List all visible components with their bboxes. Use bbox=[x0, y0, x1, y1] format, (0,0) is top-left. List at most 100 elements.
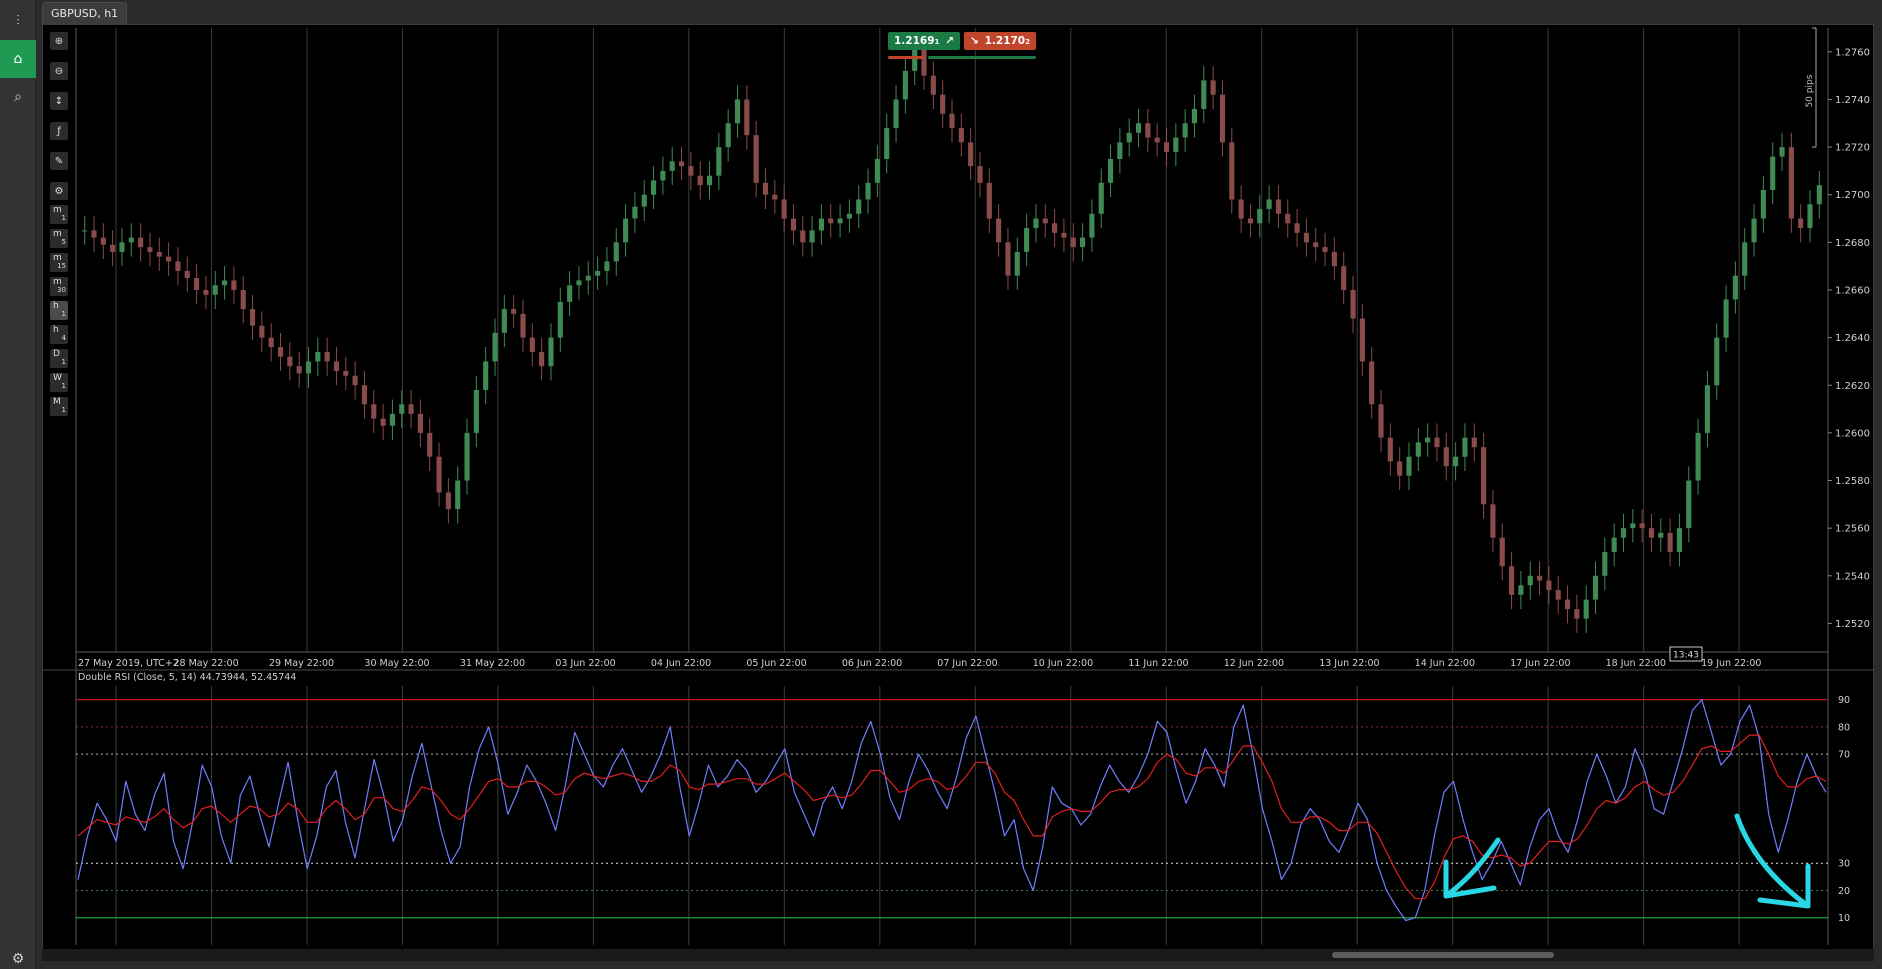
candle-body bbox=[259, 325, 265, 338]
candle-body bbox=[1742, 242, 1748, 276]
price-tick-label: 1.2520 bbox=[1835, 619, 1870, 630]
candle-body bbox=[511, 309, 517, 314]
timeframe-button[interactable]: h1 bbox=[50, 301, 68, 320]
candle-body bbox=[1723, 299, 1729, 338]
candle-body bbox=[277, 347, 284, 357]
candle-body bbox=[697, 175, 703, 186]
candle-body bbox=[1443, 447, 1449, 467]
rsi-fast-line bbox=[77, 699, 1827, 922]
scrollbar-thumb[interactable] bbox=[1332, 952, 1554, 958]
candle-body bbox=[315, 351, 321, 362]
candle-body bbox=[82, 230, 88, 232]
price-tick-label: 1.2700 bbox=[1835, 190, 1870, 201]
price-tick-label: 1.2620 bbox=[1835, 381, 1870, 392]
price-chart[interactable]: 1.2760 1.2740 1.2720 1.2700 1.2680 1.2660 1.26… bbox=[0, 0, 1882, 969]
candle-body bbox=[744, 99, 750, 136]
candle-body bbox=[902, 70, 908, 100]
timeframe-button[interactable]: m5 bbox=[50, 229, 68, 248]
timeframe-button[interactable]: m1 bbox=[50, 205, 68, 224]
candle-body bbox=[1453, 456, 1459, 467]
sell-arrow-icon: ↘ bbox=[970, 35, 979, 47]
horizontal-scrollbar[interactable] bbox=[42, 949, 1874, 961]
rsi-tick-label: 70 bbox=[1838, 750, 1850, 761]
candle-body bbox=[1387, 437, 1393, 462]
candle-body bbox=[725, 123, 731, 148]
candle-body bbox=[660, 170, 666, 181]
candle-body bbox=[1546, 580, 1552, 591]
candle-body bbox=[352, 375, 358, 386]
candle-body bbox=[669, 161, 675, 171]
candle-body bbox=[1425, 437, 1431, 443]
candle-body bbox=[380, 418, 386, 426]
candle-body bbox=[1704, 385, 1710, 433]
candle-body bbox=[940, 94, 946, 114]
candle-body bbox=[529, 337, 535, 352]
candle-body bbox=[119, 242, 125, 252]
candle-body bbox=[231, 280, 237, 290]
time-tick-label: 13 Jun 22:00 bbox=[1319, 658, 1379, 669]
candle-body bbox=[1490, 504, 1496, 538]
chart-settings-icon[interactable]: ⚙ bbox=[50, 182, 68, 200]
candle-body bbox=[557, 301, 563, 338]
candle-body bbox=[1798, 218, 1804, 229]
bid-price-button[interactable]: 1.21691 ↗ bbox=[888, 32, 960, 50]
candle-body bbox=[809, 230, 815, 243]
candle-body bbox=[1014, 251, 1020, 276]
timeframe-button[interactable]: M1 bbox=[50, 397, 68, 416]
candle-body bbox=[1033, 218, 1039, 229]
time-tick-label: 05 Jun 22:00 bbox=[746, 658, 806, 669]
time-tick-label: 19 Jun 22:00 bbox=[1701, 658, 1761, 669]
candle-body bbox=[604, 261, 610, 271]
time-tick-label: 17 Jun 22:00 bbox=[1510, 658, 1570, 669]
candle-body bbox=[865, 182, 871, 200]
candle-body bbox=[567, 285, 573, 302]
candle-body bbox=[287, 356, 293, 367]
candle-body bbox=[1555, 590, 1561, 600]
candle-body bbox=[977, 166, 983, 183]
price-tick-label: 1.2740 bbox=[1835, 95, 1870, 106]
candle-body bbox=[986, 182, 992, 219]
candle-body bbox=[1751, 218, 1757, 243]
candle-body bbox=[1229, 142, 1235, 200]
chart-type-icon[interactable]: ↕ bbox=[50, 92, 68, 110]
timeframe-button[interactable]: m 30 bbox=[50, 277, 68, 296]
timeframe-value: 30 bbox=[57, 286, 66, 294]
timeframe-button[interactable]: m 15 bbox=[50, 253, 68, 272]
timeframe-value: 1 bbox=[61, 358, 66, 366]
candle-body bbox=[212, 285, 218, 295]
candle-body bbox=[436, 456, 442, 493]
candle-body bbox=[884, 128, 890, 159]
time-tick-label: 06 Jun 22:00 bbox=[842, 658, 902, 669]
candle-body bbox=[716, 147, 722, 176]
candle-body bbox=[203, 289, 209, 295]
candle-body bbox=[501, 309, 507, 333]
candle-body bbox=[539, 351, 545, 367]
price-axis: 1.2760 1.2740 1.2720 1.2700 1.2680 1.2660 1.26… bbox=[888, 27, 1870, 630]
chart-grid bbox=[42, 28, 1874, 945]
candle-body bbox=[445, 492, 451, 510]
candle-body bbox=[166, 256, 172, 262]
candle-body bbox=[1089, 213, 1095, 238]
zoom-in-icon[interactable]: ⊕ bbox=[50, 32, 68, 50]
zoom-out-icon[interactable]: ⊖ bbox=[50, 62, 68, 80]
candle-body bbox=[520, 313, 526, 338]
drawing-tools-icon[interactable]: ✎ bbox=[50, 152, 68, 170]
ask-price-button[interactable]: ↘ 1.21702 bbox=[964, 32, 1036, 50]
candle-body bbox=[828, 218, 834, 224]
candle-body bbox=[585, 275, 591, 281]
indicator-label[interactable]: Double RSI (Close, 5, 14) 44.73944, 52.4… bbox=[78, 672, 296, 683]
time-tick-label: 27 May 2019, UTC+2 bbox=[78, 658, 179, 669]
candle-body bbox=[1163, 142, 1170, 152]
rsi-tick-label: 10 bbox=[1838, 913, 1850, 924]
price-tick-label: 1.2720 bbox=[1835, 143, 1870, 154]
candle-body bbox=[1257, 209, 1263, 224]
timeframe-unit: D bbox=[53, 349, 60, 359]
timeframe-button[interactable]: h4 bbox=[50, 325, 68, 344]
candle-body bbox=[1070, 237, 1076, 248]
candle-body bbox=[417, 413, 423, 433]
timeframe-button[interactable]: W1 bbox=[50, 373, 68, 392]
candle-body bbox=[1275, 199, 1281, 214]
indicators-icon[interactable]: ƒ bbox=[50, 122, 68, 140]
candle-body bbox=[1732, 275, 1738, 300]
timeframe-button[interactable]: D1 bbox=[50, 349, 68, 368]
